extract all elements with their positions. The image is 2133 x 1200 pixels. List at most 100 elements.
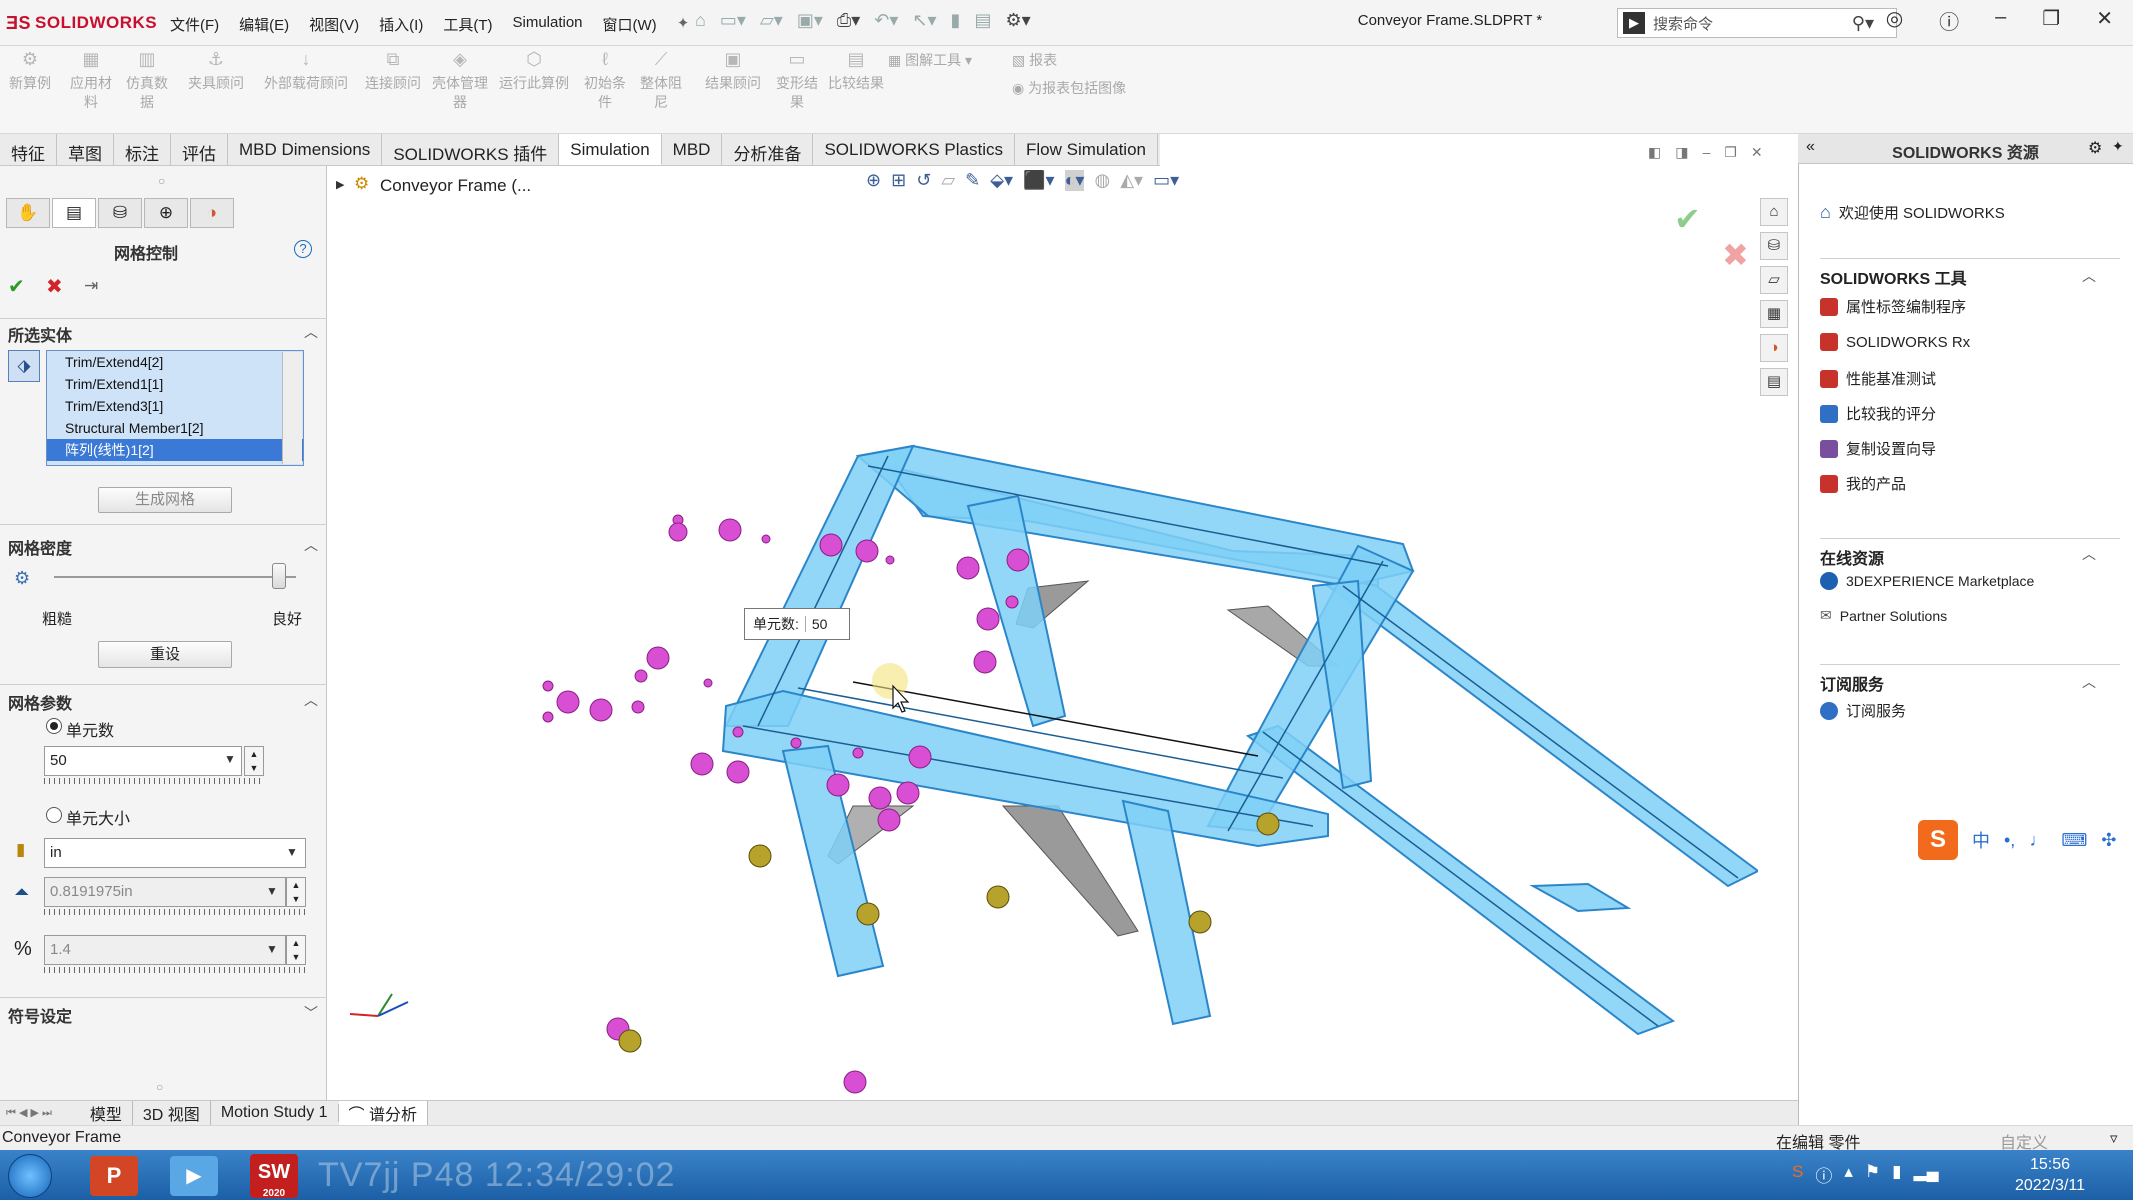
list-item-selected[interactable]: 阵列(线性)1[2] (47, 439, 303, 461)
ime-chinese-mode-icon[interactable]: 中 (1972, 827, 1990, 853)
clock[interactable]: 15:56 2022/3/11 (1990, 1154, 2110, 1196)
online-item[interactable]: 3DEXPERIENCE Marketplace (1820, 572, 2034, 590)
tools-item[interactable]: 复制设置向导 (1820, 438, 1936, 459)
minimize-icon[interactable]: – (1995, 6, 2006, 35)
collapse-chevron-icon[interactable]: ︿ (304, 322, 318, 342)
display-manager-tab-icon[interactable]: ◑ (190, 198, 234, 228)
print-icon[interactable]: ⎙▾ (837, 10, 860, 31)
selection-filter-icon[interactable]: ⬗ (8, 350, 40, 382)
thumbwheel[interactable] (44, 778, 264, 784)
collapse-chevron-icon[interactable]: ︿ (2082, 266, 2096, 286)
callout-value[interactable]: 50 (804, 616, 827, 632)
tab-model[interactable]: 模型 (80, 1101, 133, 1125)
tab-3d-views[interactable]: 3D 视图 (133, 1101, 211, 1125)
undo-icon[interactable]: ↶▾ (874, 10, 898, 31)
menu-insert[interactable]: 插入(I) (369, 10, 433, 39)
shell-manager-button[interactable]: ◈ 壳体管理器 (432, 50, 488, 112)
external-loads-advisor-button[interactable]: ↓ 外部载荷顾问 (258, 50, 354, 93)
results-advisor-button[interactable]: ▣ 结果顾问 (700, 50, 766, 93)
menu-window[interactable]: 窗口(W) (593, 10, 667, 39)
fixtures-advisor-button[interactable]: ⚓ 夹具顾问 (184, 50, 248, 93)
tools-item[interactable]: 性能基准测试 (1820, 368, 1936, 389)
search-box[interactable]: ▶ 搜索命令 ⚲▾ (1617, 8, 1897, 38)
connections-advisor-button[interactable]: ⧉ 连接顾问 (360, 50, 426, 93)
keyboard-icon[interactable]: ⌨ (2061, 830, 2087, 851)
ratio-input[interactable]: 1.4 (44, 935, 286, 965)
run-study-button[interactable]: ⬡ 运行此算例 (494, 50, 574, 93)
spin-buttons[interactable]: ▲ ▼ (244, 746, 264, 776)
mesh-callout[interactable]: 单元数: 50 (744, 608, 850, 640)
simulation-data-button[interactable]: ▥ 仿真数据 (122, 50, 172, 112)
list-item[interactable]: Trim/Extend4[2] (47, 351, 303, 373)
subscription-item[interactable]: 订阅服务 (1820, 700, 1906, 721)
powerpoint-taskbar-icon[interactable]: P (90, 1156, 138, 1196)
list-item[interactable]: Trim/Extend3[1] (47, 395, 303, 417)
battery-icon[interactable]: ▮ (1892, 1162, 1901, 1187)
tools-item[interactable]: SOLIDWORKS Rx (1820, 333, 1970, 351)
new-study-button[interactable]: ⚙ 新算例 (2, 50, 58, 93)
tab-simulation[interactable]: Simulation (559, 134, 662, 165)
report-button[interactable]: ▧ 报表 (1012, 50, 1057, 70)
apply-material-button[interactable]: ▦ 应用材料 (66, 50, 116, 112)
list-scrollbar[interactable] (282, 352, 302, 464)
rebuild-icon[interactable]: ▮ (951, 10, 961, 31)
collapse-chevron-icon[interactable]: ︿ (2082, 672, 2096, 692)
user-icon[interactable]: ◎ (1886, 6, 1903, 35)
design-library-icon[interactable]: ⛁ (1760, 232, 1788, 260)
initial-conditions-button[interactable]: ℓ 初始条件 (580, 50, 630, 112)
appearances-icon[interactable]: ◑ (1760, 334, 1788, 362)
create-mesh-button[interactable]: 生成网格 (98, 487, 232, 513)
cancel-x-icon[interactable]: ✖ (46, 274, 63, 299)
menu-simulation[interactable]: Simulation (502, 10, 592, 39)
tools-item[interactable]: 我的产品 (1820, 473, 1906, 494)
help-icon[interactable]: ? (294, 240, 312, 258)
solidworks-logo[interactable]: ƎS SOLIDWORKS (6, 8, 157, 38)
status-help-icon[interactable]: ▿ (2110, 1129, 2118, 1147)
tab-evaluate[interactable]: 评估 (171, 134, 228, 165)
custom-properties-icon[interactable]: ▤ (1760, 368, 1788, 396)
viewport-minimize-icon[interactable]: – (1702, 144, 1710, 161)
configuration-tab-icon[interactable]: ⛁ (98, 198, 142, 228)
global-damping-button[interactable]: ⟋ 整体阻尼 (636, 50, 686, 112)
menu-tools[interactable]: 工具(T) (433, 10, 502, 39)
tab-spectrum-analysis[interactable]: ⌒ 谱分析 (338, 1101, 429, 1125)
select-icon[interactable]: ↖▾ (912, 10, 936, 31)
tab-motion-study[interactable]: Motion Study 1 (211, 1104, 339, 1122)
save-icon[interactable]: ▣▾ (797, 10, 823, 31)
tab-mbd-dimensions[interactable]: MBD Dimensions (228, 134, 383, 165)
home-icon[interactable]: ⌂ (695, 10, 706, 31)
element-size-input[interactable]: 0.8191975in (44, 877, 286, 907)
tab-features[interactable]: 特征 (0, 134, 57, 165)
collapse-chevron-icon[interactable]: ︿ (304, 535, 318, 555)
density-slider-thumb[interactable] (272, 563, 287, 589)
reset-button[interactable]: 重设 (98, 641, 232, 668)
thumbwheel[interactable] (44, 909, 306, 915)
tile-right-icon[interactable]: ◨ (1675, 144, 1688, 161)
restore-icon[interactable]: ❐ (2042, 6, 2060, 35)
media-player-taskbar-icon[interactable]: ▶ (170, 1156, 218, 1196)
tab-flow-simulation[interactable]: Flow Simulation (1015, 134, 1158, 165)
plot-tools-button[interactable]: ▦ 图解工具 ▾ (888, 50, 972, 70)
expand-chevron-icon[interactable]: ﹀ (304, 1003, 318, 1023)
unit-select[interactable]: in (44, 838, 306, 868)
collapse-chevron-icon[interactable]: ︿ (2082, 544, 2096, 564)
menu-view[interactable]: 视图(V) (299, 10, 369, 39)
options-gear-icon[interactable]: ⚙▾ (1005, 10, 1030, 31)
tab-sketch[interactable]: 草图 (57, 134, 114, 165)
tab-mbd[interactable]: MBD (662, 134, 723, 165)
spin-buttons[interactable]: ▲ ▼ (286, 877, 306, 907)
element-count-input[interactable]: 50 (44, 746, 242, 776)
view-palette-icon[interactable]: ▦ (1760, 300, 1788, 328)
dimxpert-tab-icon[interactable]: ⊕ (144, 198, 188, 228)
help-tray-icon[interactable]: ⓘ (1815, 1162, 1832, 1187)
dropdown-arrow-icon[interactable]: ▼ (224, 752, 236, 766)
selected-entities-list[interactable]: Trim/Extend4[2] Trim/Extend1[1] Trim/Ext… (46, 350, 304, 466)
tools-item[interactable]: 属性标签编制程序 (1820, 296, 1966, 317)
pane-settings-icon[interactable]: ⚙ (2088, 138, 2102, 158)
search-input[interactable]: 搜索命令 (1653, 13, 1713, 34)
tools-item[interactable]: 比较我的评分 (1820, 403, 1936, 424)
list-item[interactable]: Trim/Extend1[1] (47, 373, 303, 395)
tile-left-icon[interactable]: ◧ (1648, 144, 1661, 161)
tab-solidworks-addins[interactable]: SOLIDWORKS 插件 (382, 134, 560, 165)
dropdown-arrow-icon[interactable]: ▼ (266, 942, 278, 956)
